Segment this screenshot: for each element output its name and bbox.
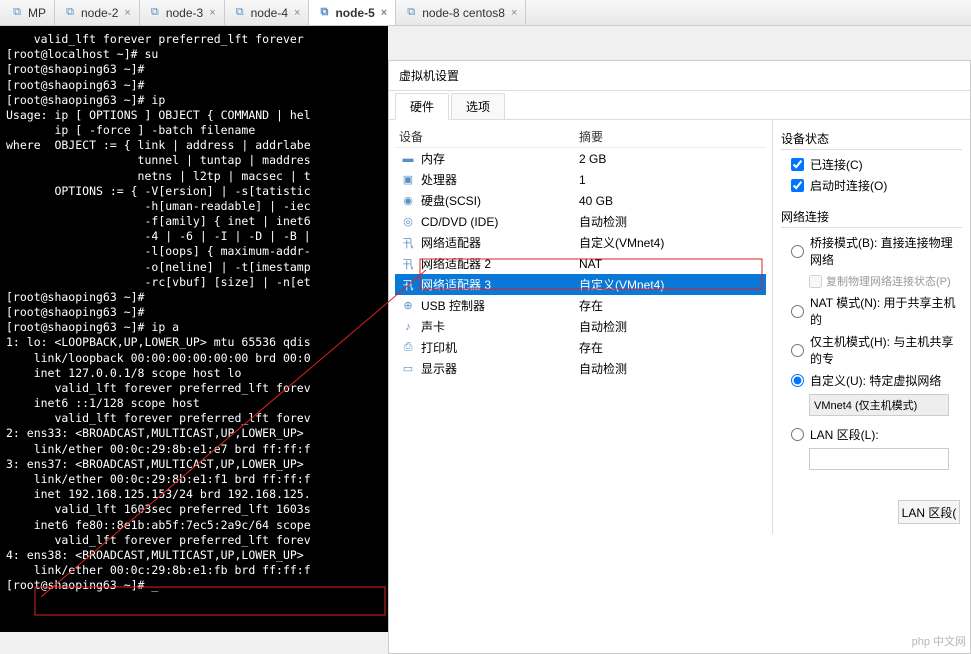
replicate-checkbox[interactable]: 复制物理网络连接状态(P): [809, 273, 962, 289]
radio-lan[interactable]: LAN 区段(L):: [791, 426, 962, 443]
device-name: 内存: [421, 150, 579, 167]
device-icon: 卂: [399, 256, 417, 272]
vm-icon: ⧉: [63, 6, 77, 20]
radio-custom[interactable]: 自定义(U): 特定虚拟网络: [791, 372, 962, 389]
device-row[interactable]: 卂网络适配器自定义(VMnet4): [395, 232, 766, 253]
settings-tabs: 硬件 选项: [389, 91, 970, 120]
connected-checkbox[interactable]: 已连接(C): [791, 156, 962, 173]
device-icon: ◎: [399, 215, 417, 228]
radio-bridged[interactable]: 桥接模式(B): 直接连接物理网络: [791, 234, 962, 268]
tab-node-5[interactable]: ⧉node-5×: [309, 0, 396, 25]
radio-nat[interactable]: NAT 模式(N): 用于共享主机的: [791, 294, 962, 328]
device-row[interactable]: ◎ CD/DVD (IDE)自动检测: [395, 211, 766, 232]
lan-segments-button[interactable]: LAN 区段(: [898, 500, 960, 524]
device-icon: ▣: [399, 173, 417, 186]
device-row[interactable]: ⎙ 打印机存在: [395, 337, 766, 358]
device-icon: ♪: [399, 321, 417, 333]
device-icon: ⎙: [399, 341, 417, 354]
connect-on-start-checkbox[interactable]: 启动时连接(O): [791, 177, 962, 194]
device-icon: ⊕: [399, 299, 417, 312]
device-icon: ▬: [399, 153, 417, 165]
vm-icon: ⧉: [148, 6, 162, 20]
device-row[interactable]: 卂网络适配器 2NAT: [395, 253, 766, 274]
device-row[interactable]: ♪ 声卡自动检测: [395, 316, 766, 337]
device-row[interactable]: 卂网络适配器 3自定义(VMnet4): [395, 274, 766, 295]
device-row[interactable]: ▬ 内存2 GB: [395, 148, 766, 169]
dialog-title: 虚拟机设置: [389, 61, 970, 91]
vm-icon: ⧉: [10, 6, 24, 20]
vm-icon: ⧉: [233, 6, 247, 20]
device-list-header: 设备 摘要: [395, 126, 766, 148]
device-summary: 自定义(VMnet4): [579, 234, 762, 251]
device-summary: 自定义(VMnet4): [579, 276, 762, 293]
close-icon[interactable]: ×: [124, 7, 130, 19]
device-name: 处理器: [421, 171, 579, 188]
device-name: 声卡: [421, 318, 579, 335]
device-name: 打印机: [421, 339, 579, 356]
device-icon: ◉: [399, 194, 417, 207]
device-row[interactable]: ▣ 处理器1: [395, 169, 766, 190]
vm-icon: ⧉: [317, 6, 331, 20]
close-icon[interactable]: ×: [381, 7, 387, 19]
device-icon: ▭: [399, 362, 417, 375]
network-section-title: 网络连接: [781, 208, 962, 228]
status-section-title: 设备状态: [781, 130, 962, 150]
device-summary: 自动检测: [579, 213, 762, 230]
tab-node-4[interactable]: ⧉node-4×: [225, 0, 310, 25]
device-list: 设备 摘要 ▬ 内存2 GB ▣ 处理器1 ◉ 硬盘(SCSI)40 GB ◎ CD/DVD …: [389, 120, 772, 534]
device-name: 硬盘(SCSI): [421, 192, 579, 209]
radio-hostonly[interactable]: 仅主机模式(H): 与主机共享的专: [791, 333, 962, 367]
device-summary: 存在: [579, 297, 762, 314]
tab-hardware[interactable]: 硬件: [395, 93, 449, 120]
watermark: php 中文网: [912, 633, 966, 649]
device-summary: 存在: [579, 339, 762, 356]
tab-mp[interactable]: ⧉MP: [2, 0, 55, 25]
device-row[interactable]: ⊕ USB 控制器存在: [395, 295, 766, 316]
lan-segment-dropdown[interactable]: [809, 448, 949, 470]
tab-options[interactable]: 选项: [451, 93, 505, 119]
device-summary: 40 GB: [579, 194, 762, 208]
tab-node-3[interactable]: ⧉node-3×: [140, 0, 225, 25]
editor-tabs: ⧉MP ⧉node-2× ⧉node-3× ⧉node-4× ⧉node-5× …: [0, 0, 971, 26]
device-icon: 卂: [399, 277, 417, 293]
device-summary: 1: [579, 173, 762, 187]
device-summary: 2 GB: [579, 152, 762, 166]
custom-network-dropdown[interactable]: VMnet4 (仅主机模式): [809, 394, 949, 416]
device-name: 网络适配器 3: [421, 276, 579, 293]
vm-icon: ⧉: [404, 6, 418, 20]
device-name: 网络适配器 2: [421, 255, 579, 272]
device-row[interactable]: ▭ 显示器自动检测: [395, 358, 766, 379]
close-icon[interactable]: ×: [294, 7, 300, 19]
device-name: CD/DVD (IDE): [421, 215, 579, 229]
device-summary: 自动检测: [579, 360, 762, 377]
close-icon[interactable]: ×: [511, 7, 517, 19]
tab-node-8[interactable]: ⧉node-8 centos8×: [396, 0, 526, 25]
device-icon: 卂: [399, 235, 417, 251]
device-summary: 自动检测: [579, 318, 762, 335]
device-name: 显示器: [421, 360, 579, 377]
device-summary: NAT: [579, 257, 762, 271]
device-details-panel: 设备状态 已连接(C) 启动时连接(O) 网络连接 桥接模式(B): 直接连接物…: [772, 120, 970, 534]
vm-settings-dialog: 虚拟机设置 硬件 选项 设备 摘要 ▬ 内存2 GB ▣ 处理器1 ◉ 硬盘(SCSI)4…: [388, 60, 971, 654]
close-icon[interactable]: ×: [209, 7, 215, 19]
device-row[interactable]: ◉ 硬盘(SCSI)40 GB: [395, 190, 766, 211]
device-name: 网络适配器: [421, 234, 579, 251]
terminal-output[interactable]: valid_lft forever preferred_lft forever …: [0, 26, 388, 632]
tab-node-2[interactable]: ⧉node-2×: [55, 0, 140, 25]
device-name: USB 控制器: [421, 297, 579, 314]
